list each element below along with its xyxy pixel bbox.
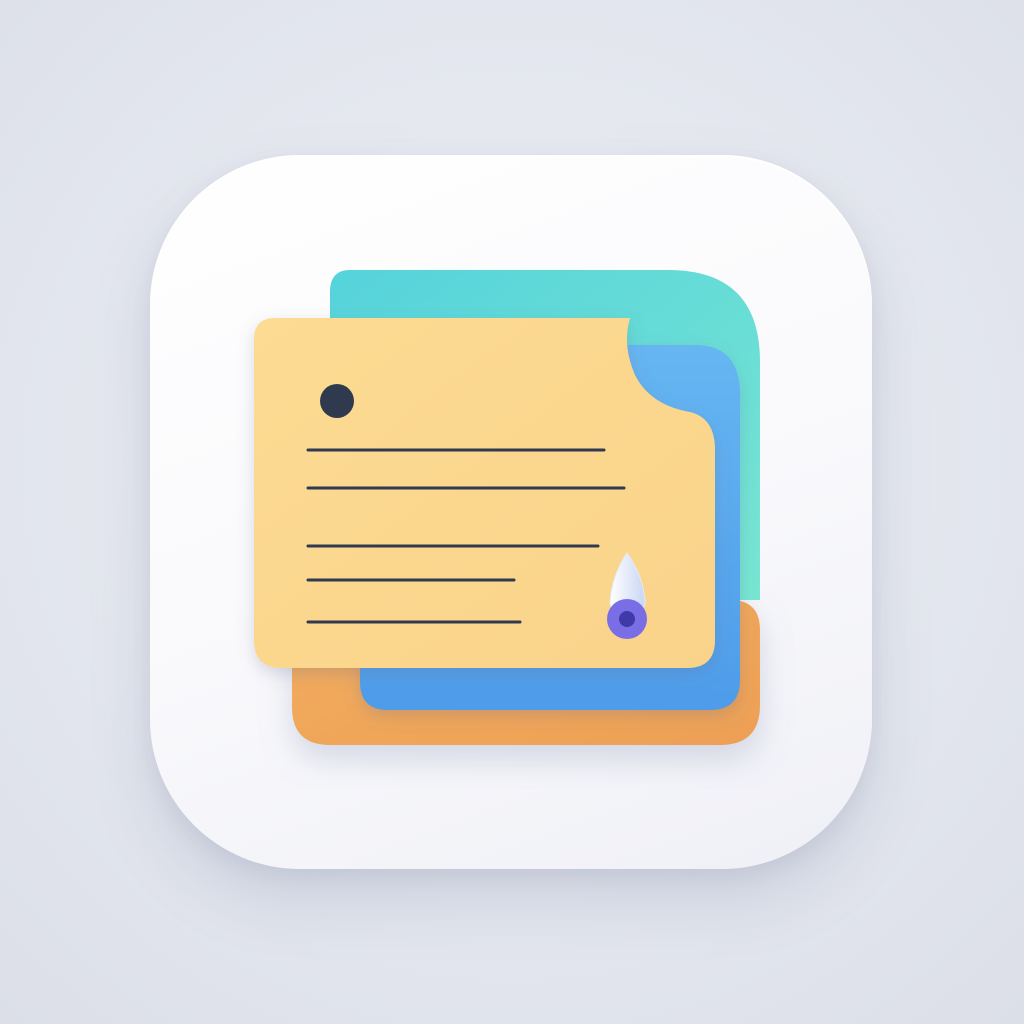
document-dot bbox=[320, 384, 354, 418]
document-stack-icon bbox=[254, 270, 760, 745]
